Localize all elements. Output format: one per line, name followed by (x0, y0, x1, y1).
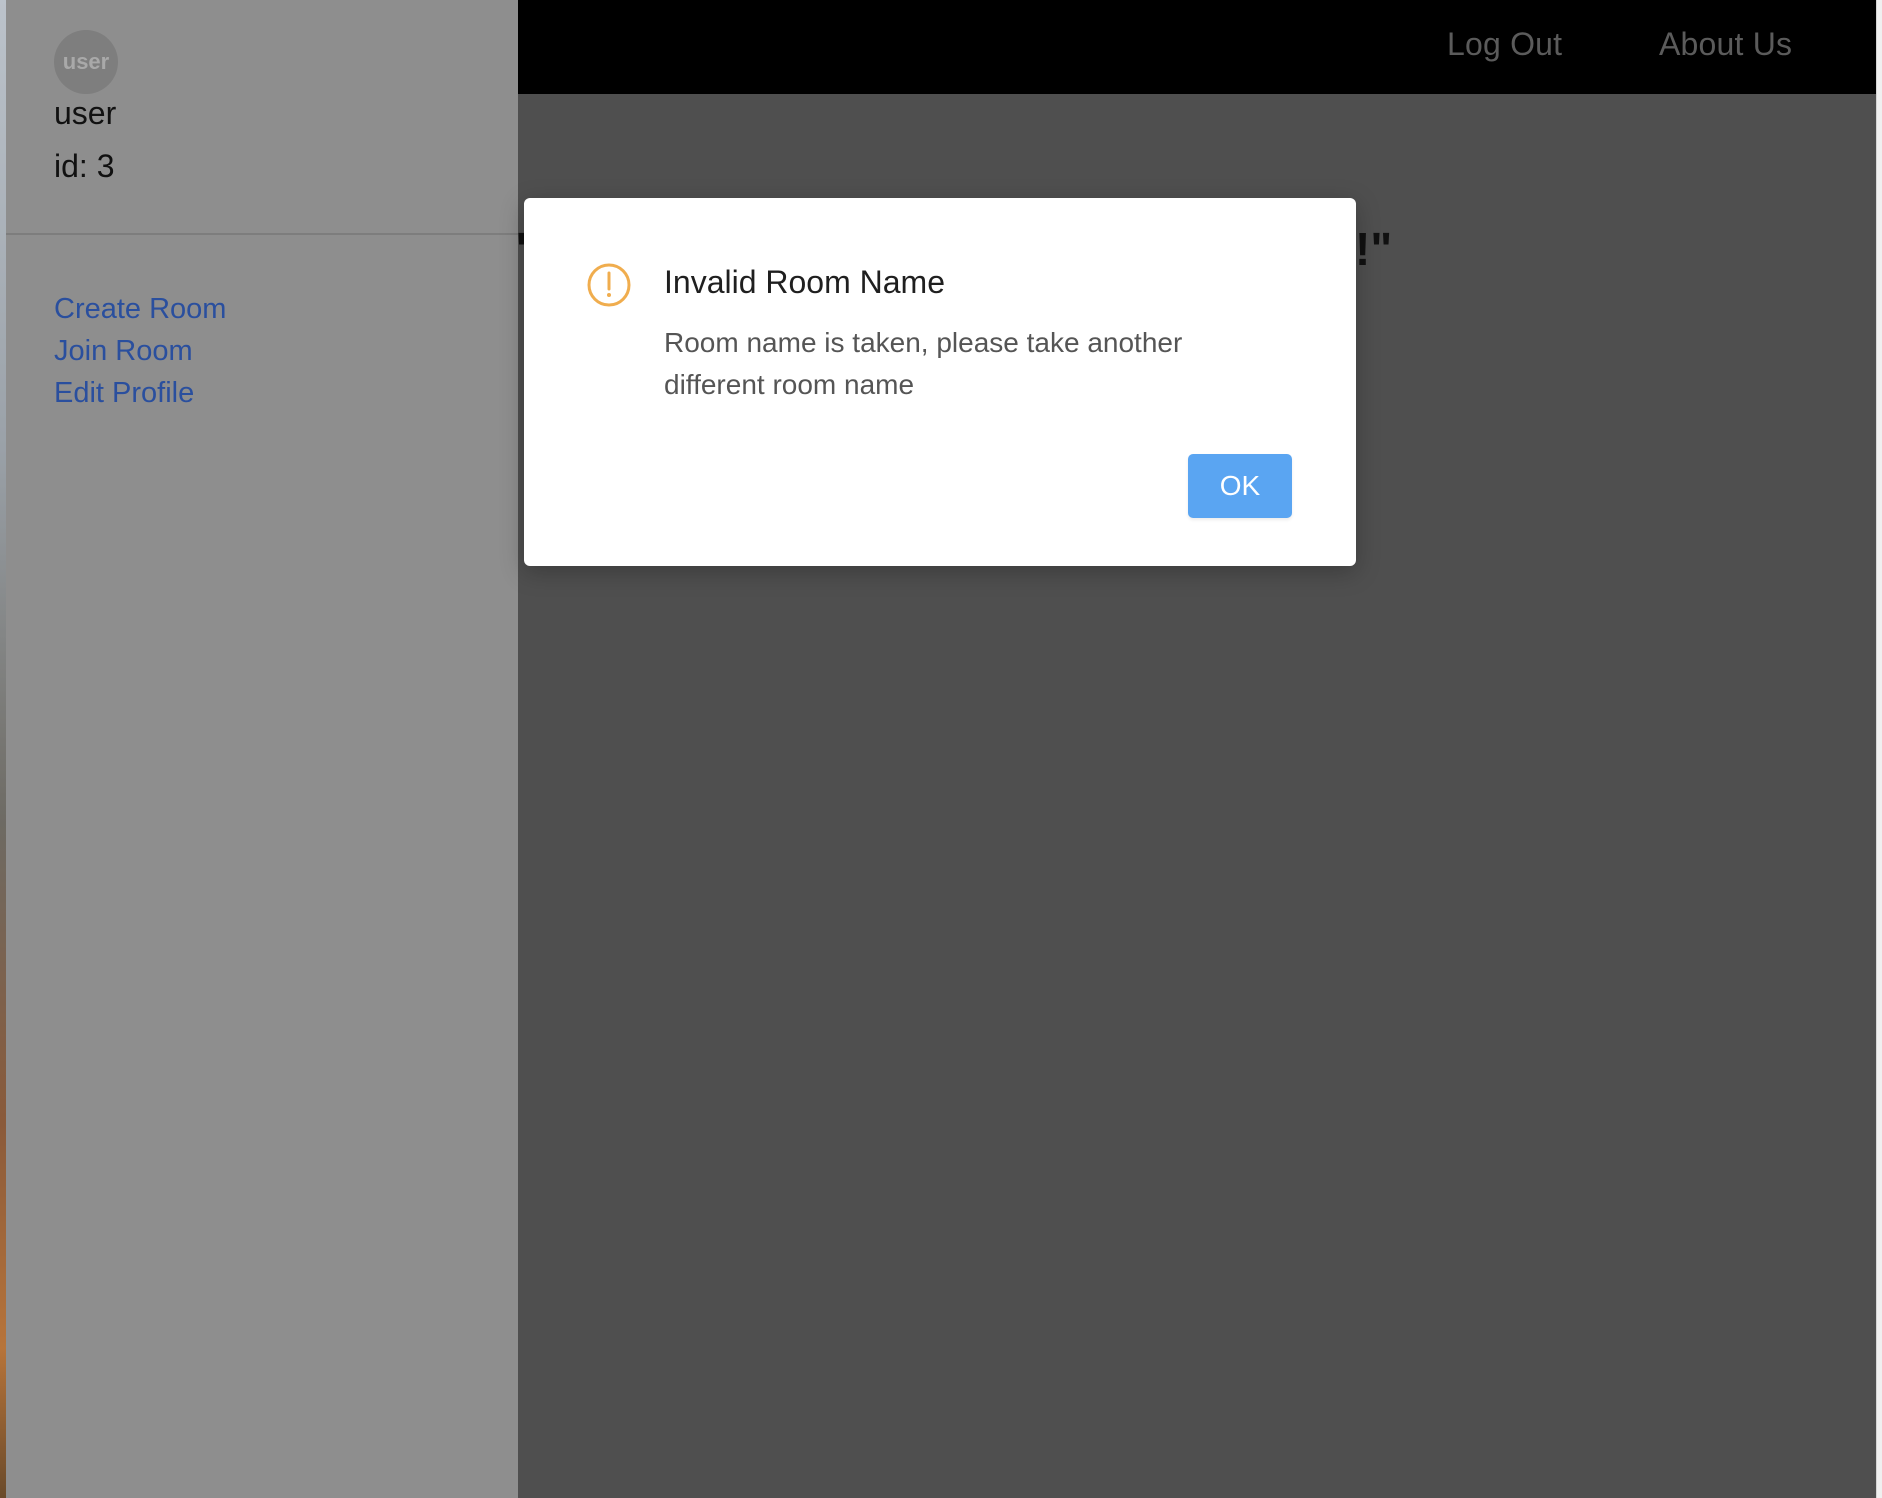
top-navbar: Log Out About Us (518, 0, 1876, 94)
ok-button[interactable]: OK (1188, 454, 1292, 518)
background-heading-fragment-right: !" (1355, 223, 1393, 275)
sidebar-user-panel: user user id: 3 (6, 0, 518, 235)
dialog-title: Invalid Room Name (664, 264, 945, 300)
window-scrollbar-edge (1876, 0, 1882, 1498)
sidebar-item-edit-profile[interactable]: Edit Profile (54, 372, 226, 414)
dialog-message: Room name is taken, please take another … (664, 327, 1183, 400)
warning-circle-icon (587, 263, 631, 307)
sidebar-item-create-room[interactable]: Create Room (54, 288, 226, 330)
sidebar-menu: Create Room Join Room Edit Profile (54, 288, 226, 414)
username-label: user (54, 95, 117, 131)
user-id-label: id: 3 (54, 148, 115, 184)
avatar[interactable]: user (54, 30, 118, 94)
about-us-link[interactable]: About Us (1659, 26, 1792, 63)
alert-dialog: Invalid Room Name Room name is taken, pl… (524, 198, 1356, 566)
logout-link[interactable]: Log Out (1447, 26, 1562, 63)
sidebar-item-join-room[interactable]: Join Room (54, 330, 226, 372)
sidebar: user user id: 3 Create Room Join Room Ed… (6, 0, 518, 1498)
